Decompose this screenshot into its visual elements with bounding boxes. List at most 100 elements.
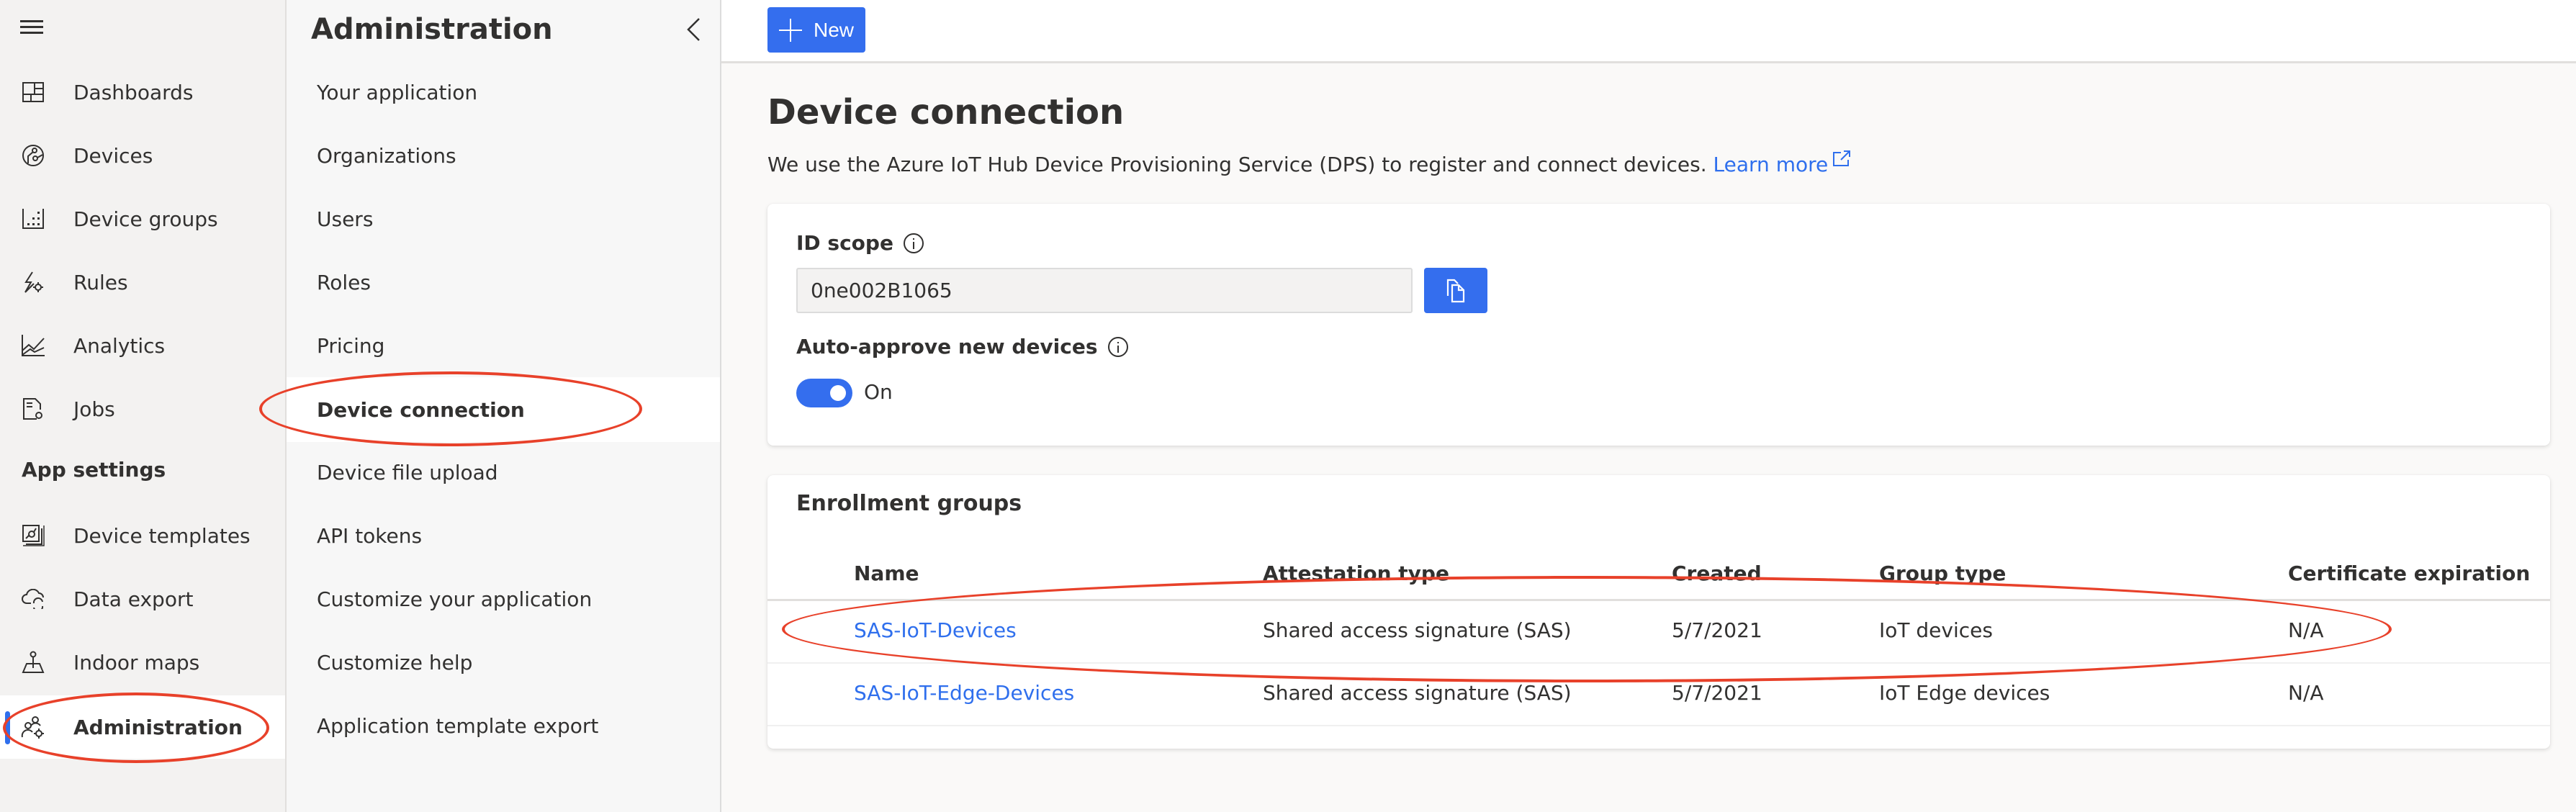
- column-header-created[interactable]: Created: [1672, 561, 1762, 585]
- table-row[interactable]: SAS-IoT-Edge-Devices Shared access signa…: [767, 664, 2550, 726]
- nav-item-label: Device templates: [73, 523, 251, 548]
- page-description: We use the Azure IoT Hub Device Provisio…: [767, 148, 1851, 176]
- enrollment-group-link[interactable]: SAS-IoT-Devices: [854, 618, 1017, 642]
- learn-more-link[interactable]: Learn more: [1713, 150, 1852, 176]
- toggle-state-label: On: [864, 380, 893, 404]
- enrollment-groups-card: Enrollment groups Name Attestation type …: [767, 475, 2550, 749]
- admin-item-customize-your-application[interactable]: Customize your application: [287, 567, 720, 631]
- admin-item-roles[interactable]: Roles: [287, 251, 720, 314]
- nav-item-administration[interactable]: Administration: [0, 695, 285, 759]
- jobs-icon: [20, 396, 46, 422]
- column-header-certificate-expiration[interactable]: Certificate expiration: [2288, 561, 2530, 585]
- id-scope-label: ID scope: [796, 231, 924, 255]
- rules-icon: [20, 269, 46, 295]
- nav-item-data-export[interactable]: Data export: [0, 567, 285, 631]
- nav-item-label: Analytics: [73, 333, 166, 358]
- admin-item-application-template-export[interactable]: Application template export: [287, 694, 720, 757]
- chevron-left-icon[interactable]: [687, 17, 707, 43]
- admin-item-label: Device file upload: [317, 460, 498, 484]
- admin-item-label: Pricing: [317, 333, 385, 358]
- id-scope-label-text: ID scope: [796, 231, 893, 255]
- description-text: We use the Azure IoT Hub Device Provisio…: [767, 153, 1707, 176]
- hamburger-icon[interactable]: [20, 20, 46, 39]
- column-header-attestation-type[interactable]: Attestation type: [1263, 561, 1449, 585]
- nav-item-device-groups[interactable]: Device groups: [0, 187, 285, 251]
- created-cell: 5/7/2021: [1672, 618, 1762, 642]
- auto-approve-label: Auto-approve new devices: [796, 335, 1128, 358]
- certificate-expiration-cell: N/A: [2288, 618, 2324, 642]
- main-content: New Device connection We use the Azure I…: [721, 0, 2576, 812]
- indoor-maps-icon: [20, 649, 46, 675]
- admin-item-label: Organizations: [317, 143, 456, 168]
- nav-item-label: Indoor maps: [73, 650, 200, 675]
- admin-item-api-tokens[interactable]: API tokens: [287, 504, 720, 567]
- analytics-icon: [20, 333, 46, 358]
- admin-item-label: Your application: [317, 80, 478, 104]
- copy-button[interactable]: [1424, 268, 1487, 313]
- nav-item-label: Administration: [73, 715, 243, 739]
- device-groups-icon: [20, 206, 46, 232]
- attestation-type-cell: Shared access signature (SAS): [1263, 618, 1572, 642]
- auto-approve-toggle[interactable]: [796, 379, 852, 407]
- nav-item-device-templates[interactable]: Device templates: [0, 504, 285, 567]
- admin-item-your-application[interactable]: Your application: [287, 60, 720, 124]
- admin-item-device-file-upload[interactable]: Device file upload: [287, 441, 720, 504]
- learn-more-label: Learn more: [1713, 153, 1829, 176]
- new-button[interactable]: New: [767, 7, 865, 53]
- nav-item-indoor-maps[interactable]: Indoor maps: [0, 631, 285, 694]
- command-bar: New: [721, 0, 2576, 63]
- enrollment-groups-table: Name Attestation type Created Group type…: [767, 554, 2550, 726]
- admin-item-organizations[interactable]: Organizations: [287, 124, 720, 187]
- plus-icon: [779, 19, 802, 42]
- table-row[interactable]: SAS-IoT-Devices Shared access signature …: [767, 601, 2550, 664]
- admin-item-customize-help[interactable]: Customize help: [287, 631, 720, 694]
- admin-item-label: Device connection: [317, 397, 525, 422]
- connection-settings-card: ID scope Auto-approve new devices On: [767, 204, 2550, 446]
- nav-item-label: Jobs: [73, 397, 115, 421]
- admin-panel-title: Administration: [311, 13, 553, 46]
- app-settings-heading: App settings: [22, 458, 166, 482]
- page-title: Device connection: [767, 92, 1125, 132]
- column-header-name[interactable]: Name: [854, 561, 919, 585]
- column-header-group-type[interactable]: Group type: [1879, 561, 2006, 585]
- external-link-icon: [1832, 148, 1851, 166]
- id-scope-input[interactable]: [796, 268, 1413, 313]
- enrollment-group-link[interactable]: SAS-IoT-Edge-Devices: [854, 681, 1074, 705]
- group-type-cell: IoT devices: [1879, 618, 1993, 642]
- nav-item-jobs[interactable]: Jobs: [0, 377, 285, 441]
- created-cell: 5/7/2021: [1672, 681, 1762, 705]
- admin-item-device-connection[interactable]: Device connection: [287, 377, 720, 442]
- nav-item-label: Rules: [73, 270, 128, 294]
- group-type-cell: IoT Edge devices: [1879, 681, 2050, 705]
- admin-item-label: Users: [317, 207, 374, 231]
- table-header: Name Attestation type Created Group type…: [767, 554, 2550, 601]
- left-nav: Dashboards Devices Device groups Rules A…: [0, 0, 287, 812]
- admin-item-label: Roles: [317, 270, 371, 294]
- nav-item-devices[interactable]: Devices: [0, 124, 285, 187]
- nav-item-label: Data export: [73, 587, 194, 611]
- enrollment-groups-title: Enrollment groups: [796, 491, 1022, 516]
- copy-icon: [1446, 279, 1465, 302]
- admin-item-users[interactable]: Users: [287, 187, 720, 251]
- admin-item-pricing[interactable]: Pricing: [287, 314, 720, 377]
- admin-item-label: Application template export: [317, 713, 599, 738]
- nav-item-label: Devices: [73, 143, 153, 168]
- info-icon[interactable]: [903, 233, 924, 253]
- attestation-type-cell: Shared access signature (SAS): [1263, 681, 1572, 705]
- devices-icon: [20, 143, 46, 168]
- info-icon[interactable]: [1107, 336, 1128, 357]
- nav-item-dashboards[interactable]: Dashboards: [0, 60, 285, 124]
- nav-item-rules[interactable]: Rules: [0, 251, 285, 314]
- administration-icon: [20, 714, 46, 740]
- selected-indicator: [5, 711, 10, 744]
- data-export-icon: [20, 586, 46, 612]
- device-templates-icon: [20, 523, 46, 549]
- administration-panel: Administration Your application Organiza…: [287, 0, 721, 812]
- dashboard-icon: [20, 79, 46, 105]
- auto-approve-label-text: Auto-approve new devices: [796, 335, 1098, 358]
- nav-item-label: Device groups: [73, 207, 218, 231]
- admin-item-label: Customize your application: [317, 587, 593, 611]
- toggle-knob: [830, 385, 846, 401]
- nav-item-label: Dashboards: [73, 80, 194, 104]
- nav-item-analytics[interactable]: Analytics: [0, 314, 285, 377]
